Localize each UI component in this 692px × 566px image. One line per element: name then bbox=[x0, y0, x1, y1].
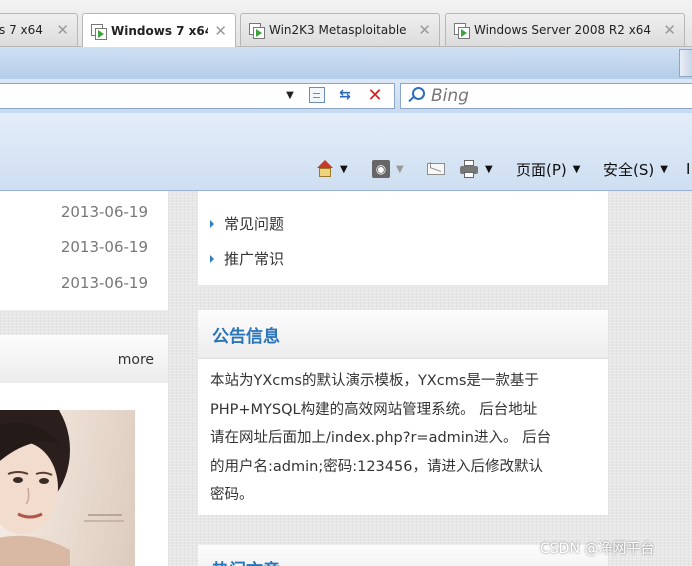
category-list: • • • • ... 常见问题 推广常识 bbox=[198, 191, 608, 285]
close-icon[interactable]: ✕ bbox=[663, 21, 676, 39]
home-button[interactable]: ▼ bbox=[316, 157, 348, 181]
category-label: 常见问题 bbox=[224, 215, 285, 233]
compatibility-view-icon bbox=[309, 87, 325, 103]
home-icon bbox=[316, 160, 334, 178]
more-link[interactable]: more bbox=[118, 352, 154, 368]
vm-tab-bar: s 7 x64 ✕ Windows 7 x64 ✕ Win2K3 Metaspl… bbox=[0, 0, 692, 47]
featured-photo[interactable] bbox=[0, 410, 135, 566]
mail-icon bbox=[427, 163, 445, 175]
address-dropdown-button[interactable]: ▼ bbox=[279, 84, 301, 106]
tools-menu-label: I bbox=[686, 160, 691, 178]
chevron-down-icon[interactable]: ▼ bbox=[340, 164, 348, 175]
category-item[interactable]: 常见问题 bbox=[210, 213, 284, 234]
notice-line: 密码。 bbox=[210, 487, 254, 503]
watermark: CSDN @净网平台 bbox=[540, 541, 655, 557]
notice-body: 本站为YXcms的默认演示模板，YXcms是一款基于 PHP+MYSQL构建的高… bbox=[198, 359, 608, 515]
window-scroll-stub[interactable] bbox=[679, 49, 692, 77]
chevron-down-icon[interactable]: ▼ bbox=[396, 164, 404, 175]
feeds-button[interactable]: ◉ ▼ bbox=[372, 157, 404, 181]
article-date: 2013-06-19 bbox=[60, 238, 148, 256]
vm-tab-label: Windows Server 2008 R2 x64 bbox=[474, 23, 652, 37]
refresh-button[interactable]: ⇆ bbox=[334, 84, 356, 106]
search-icon bbox=[405, 85, 427, 107]
bullet-icon bbox=[210, 254, 214, 263]
address-row: ▼ ⇆ ✕ Bing bbox=[0, 79, 692, 113]
stop-icon: ✕ bbox=[367, 84, 383, 106]
page-menu-label: 页面(P) bbox=[516, 160, 567, 179]
printer-icon bbox=[459, 160, 479, 178]
close-icon[interactable]: ✕ bbox=[56, 21, 69, 39]
vm-tab-label: Windows 7 x64 bbox=[111, 23, 209, 38]
vm-tab-windows-7-x64[interactable]: Windows 7 x64 ✕ bbox=[82, 13, 236, 47]
notice-header: 公告信息 bbox=[198, 310, 608, 359]
compatibility-view-button[interactable] bbox=[306, 84, 328, 106]
search-placeholder: Bing bbox=[431, 86, 469, 106]
chevron-down-icon: ▼ bbox=[286, 89, 294, 101]
close-icon[interactable]: ✕ bbox=[214, 22, 227, 40]
category-label: 推广常识 bbox=[224, 250, 285, 268]
right-column: • • • • ... 常见问题 推广常识 公告信息 本站为YXcms的默认演示… bbox=[198, 191, 608, 566]
notice-title: 公告信息 bbox=[212, 327, 280, 347]
chevron-down-icon: ▼ bbox=[572, 163, 581, 175]
vm-running-icon bbox=[454, 23, 470, 39]
notice-text: 本站为YXcms的默认演示模板，YXcms是一款基于 PHP+MYSQL构建的高… bbox=[210, 367, 596, 510]
article-date: 2013-06-19 bbox=[60, 203, 148, 221]
chevron-down-icon[interactable]: ▼ bbox=[485, 164, 493, 175]
vm-tab-label: s 7 x64 bbox=[0, 23, 43, 37]
print-button[interactable]: ▼ bbox=[459, 157, 493, 181]
vm-tab-win7-previous[interactable]: s 7 x64 ✕ bbox=[0, 13, 78, 46]
left-column: 2013-06-19 2013-06-19 2013-06-19 more bbox=[0, 191, 168, 566]
safety-menu[interactable]: 安全(S) ▼ bbox=[603, 157, 668, 181]
image-section-header: more bbox=[0, 335, 168, 384]
refresh-icon: ⇆ bbox=[339, 87, 351, 103]
read-mail-button[interactable] bbox=[427, 157, 445, 181]
address-bar[interactable]: ▼ ⇆ ✕ bbox=[0, 83, 395, 109]
browser-title-strip bbox=[0, 47, 692, 80]
vm-tab-label: Win2K3 Metasploitable bbox=[269, 23, 407, 37]
article-date: 2013-06-19 bbox=[60, 274, 148, 292]
hot-articles-title: 热门文章 bbox=[212, 556, 280, 566]
bullet-icon bbox=[210, 219, 214, 228]
notice-line: 本站为YXcms的默认演示模板，YXcms是一款基于 bbox=[210, 373, 539, 389]
rss-icon: ◉ bbox=[372, 160, 390, 178]
notice-line: 请在网址后面加上/index.php?r=admin进入。 后台 bbox=[210, 430, 552, 446]
safety-menu-label: 安全(S) bbox=[603, 160, 655, 179]
vm-tab-windows-server-2008[interactable]: Windows Server 2008 R2 x64 ✕ bbox=[445, 13, 685, 46]
vm-running-icon bbox=[249, 23, 265, 39]
page-menu[interactable]: 页面(P) ▼ bbox=[516, 157, 580, 181]
vm-tab-win2k3-metasploitable[interactable]: Win2K3 Metasploitable ✕ bbox=[240, 13, 440, 46]
category-item[interactable]: 推广常识 bbox=[210, 248, 284, 269]
category-item-cut[interactable]: • • • • ... bbox=[224, 191, 293, 195]
search-input[interactable]: Bing bbox=[400, 83, 692, 109]
chevron-down-icon: ▼ bbox=[660, 163, 668, 175]
notice-line: PHP+MYSQL构建的高效网站管理系统。 后台地址 bbox=[210, 401, 538, 418]
tools-menu[interactable]: I bbox=[686, 157, 690, 181]
notice-line: 的用户名:admin;密码:123456，请进入后修改默认 bbox=[210, 458, 543, 475]
vm-running-icon bbox=[91, 23, 107, 40]
command-bar: ▼ ◉ ▼ ▼ 页面(P) ▼ 安全(S) ▼ I bbox=[0, 113, 692, 191]
close-icon[interactable]: ✕ bbox=[418, 21, 431, 39]
web-page-content: 2013-06-19 2013-06-19 2013-06-19 more 常见… bbox=[0, 191, 692, 566]
article-date-list: 2013-06-19 2013-06-19 2013-06-19 bbox=[0, 191, 168, 310]
stop-button[interactable]: ✕ bbox=[364, 84, 386, 106]
image-section bbox=[0, 383, 168, 566]
